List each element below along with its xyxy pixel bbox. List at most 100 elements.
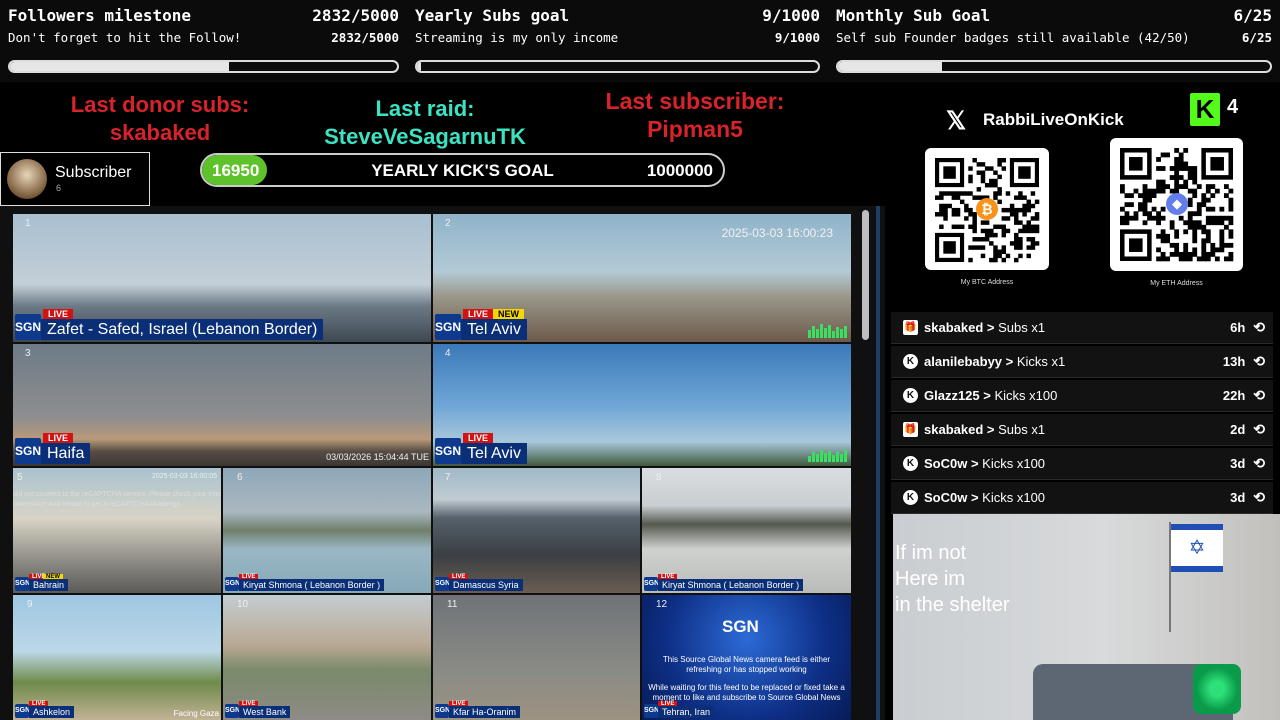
- camera-number: 8: [656, 472, 662, 483]
- goal-title: Monthly Sub Goal: [836, 6, 991, 25]
- sgn-logo: SGN: [15, 577, 30, 591]
- camera-number: 1: [25, 218, 31, 229]
- sgn-card-message-2: While waiting for this feed to be replac…: [648, 683, 845, 702]
- camera-location: West Bank: [239, 706, 291, 718]
- btc-caption: My BTC Address: [960, 279, 1014, 286]
- kick-goal-title: YEARLY KICK'S GOAL: [371, 161, 554, 180]
- kick-icon: K: [903, 354, 918, 369]
- camera-timestamp: 2025-03-03 16:00:23: [721, 226, 833, 240]
- event-action: Subs x1: [998, 422, 1046, 437]
- followers-goal: Followers milestone 2832/5000 Don't forg…: [0, 0, 407, 82]
- event-time: 6h: [1230, 320, 1246, 335]
- camera-feed-8[interactable]: 8 LIVE SGN Kiryat Shmona ( Lebanon Border…: [642, 468, 851, 593]
- sgn-logo: SGN: [225, 704, 240, 718]
- camera-feed-11[interactable]: 11 LIVE SGN Kfar Ha-Oranim: [433, 595, 640, 720]
- goal-count-small: 2832/5000: [331, 30, 399, 45]
- last-donor-name: skabaked: [109, 120, 211, 145]
- camera-number: 3: [25, 348, 31, 359]
- replay-icon[interactable]: ⟲: [1253, 387, 1265, 404]
- event-row: K Glazz125 > Kicks x100 22h ⟲: [891, 380, 1273, 412]
- camera-location: Bahrain: [29, 579, 69, 591]
- replay-icon[interactable]: ⟲: [1253, 489, 1265, 506]
- event-user: Glazz125: [924, 388, 980, 403]
- camera-feed-3[interactable]: 3 03/03/2026 15:04:44 TUE LIVE SGN Haifa: [13, 344, 431, 466]
- camera-number: 4: [445, 348, 451, 359]
- sgn-logo: SGN: [435, 577, 450, 591]
- event-action: Subs x1: [998, 320, 1046, 335]
- sgn-card-brand: SGN: [722, 617, 759, 636]
- camera-feed-5[interactable]: 5 2025-03-03 16:00:05 did not connect to…: [13, 468, 221, 593]
- btc-qr-code: ₿: [925, 148, 1049, 270]
- panel-divider: [876, 206, 880, 720]
- camera-feed-4[interactable]: 4 LIVE SGN Tel Aviv: [433, 344, 851, 466]
- social-handle: RabbiLiveOnKick: [983, 110, 1124, 129]
- camera-number: 11: [447, 599, 458, 610]
- last-raid: Last raid: SteveVeSagarnuTK: [300, 95, 550, 151]
- goal-progress-fill: [417, 62, 421, 71]
- event-user: SoC0w: [924, 456, 968, 471]
- replay-icon[interactable]: ⟲: [1253, 319, 1265, 336]
- event-action: Kicks x1: [1016, 354, 1066, 369]
- kick-goal-target: 1000000: [646, 161, 713, 180]
- camera-feed-12[interactable]: 12 SGN This Source Global News camera fe…: [642, 595, 851, 720]
- event-row: 🎁 skabaked > Subs x1 2d ⟲: [891, 414, 1273, 446]
- kick-goal-bar: 16950 YEARLY KICK'S GOAL 1000000: [200, 153, 725, 187]
- camera-location: Tel Aviv: [461, 443, 527, 464]
- camera-feed-2[interactable]: 2 2025-03-03 16:00:23 LIVE NEW SGN Tel Av…: [433, 214, 851, 342]
- camera-feed-10[interactable]: 10 LIVE SGN West Bank: [223, 595, 431, 720]
- israel-flag-icon: ✡: [1171, 524, 1223, 572]
- last-raid-label: Last raid:: [375, 96, 475, 121]
- goal-progress-fill: [10, 62, 230, 71]
- camera-overlay-text: Facing Gaza: [173, 709, 219, 718]
- ethereum-icon: ◆: [1166, 193, 1188, 215]
- bitcoin-icon: ₿: [976, 198, 998, 220]
- x-icon: 𝕏: [946, 107, 967, 135]
- event-user: alanilebabyy: [924, 354, 1003, 369]
- goal-count: 9/1000: [762, 6, 820, 25]
- camera-feed-1[interactable]: 1 LIVE SGN Zafet - Safed, Israel (Lebanon…: [13, 214, 431, 342]
- subscriber-widget: Subscriber 6: [0, 152, 150, 206]
- goal-progress-bar: [836, 60, 1272, 73]
- camera-location: Tel Aviv: [461, 319, 527, 340]
- camera-number: 7: [445, 472, 451, 483]
- goal-subtitle: Don't forget to hit the Follow!: [8, 30, 242, 45]
- kick-logo-icon: K: [1190, 93, 1220, 126]
- camera-timestamp: 2025-03-03 16:00:05: [152, 473, 217, 480]
- sgn-logo: SGN: [644, 577, 659, 591]
- audio-meter: [808, 450, 847, 462]
- grid-scrollbar[interactable]: [862, 210, 869, 340]
- event-row: K alanilebabyy > Kicks x1 13h ⟲: [891, 346, 1273, 378]
- webcam-note-line-1: If im not: [895, 542, 967, 564]
- replay-icon[interactable]: ⟲: [1253, 421, 1265, 438]
- camera-feed-6[interactable]: 6 LIVE SGN Kiryat Shmona ( Lebanon Border…: [223, 468, 431, 593]
- event-time: 22h: [1222, 388, 1246, 403]
- gift-icon: 🎁: [903, 320, 918, 335]
- goal-count: 2832/5000: [312, 6, 399, 25]
- replay-icon[interactable]: ⟲: [1253, 353, 1265, 370]
- camera-feed-9[interactable]: 9 Facing Gaza LIVE SGN Ashkelon: [13, 595, 221, 720]
- event-user: SoC0w: [924, 490, 968, 505]
- camera-number: 5: [17, 472, 23, 483]
- goal-progress-bar: [8, 60, 399, 73]
- last-subscriber-label: Last subscriber:: [605, 88, 785, 114]
- subscriber-count: 6: [56, 183, 62, 193]
- camera-number: 10: [237, 599, 249, 610]
- camera-location: Kiryat Shmona ( Lebanon Border ): [658, 579, 804, 591]
- goal-subtitle: Self sub Founder badges still available …: [836, 30, 1190, 45]
- camera-number: 9: [27, 599, 33, 610]
- camera-location: Haifa: [41, 443, 91, 464]
- goal-title: Followers milestone: [8, 6, 192, 25]
- goal-subtitle: Streaming is my only income: [415, 30, 619, 45]
- camera-number: 12: [656, 599, 668, 610]
- event-row: 🎁 skabaked > Subs x1 6h ⟲: [891, 312, 1273, 344]
- sgn-logo: SGN: [435, 438, 461, 464]
- event-time: 3d: [1230, 490, 1246, 505]
- kick-icon: K: [903, 388, 918, 403]
- event-time: 3d: [1230, 456, 1246, 471]
- sgn-logo: SGN: [225, 577, 240, 591]
- camera-feed-7[interactable]: 7 LIVE SGN Damascus Syria: [433, 468, 640, 593]
- kick-icon: K: [903, 490, 918, 505]
- replay-icon[interactable]: ⟲: [1253, 455, 1265, 472]
- event-time: 2d: [1230, 422, 1246, 437]
- sgn-logo: SGN: [644, 704, 659, 718]
